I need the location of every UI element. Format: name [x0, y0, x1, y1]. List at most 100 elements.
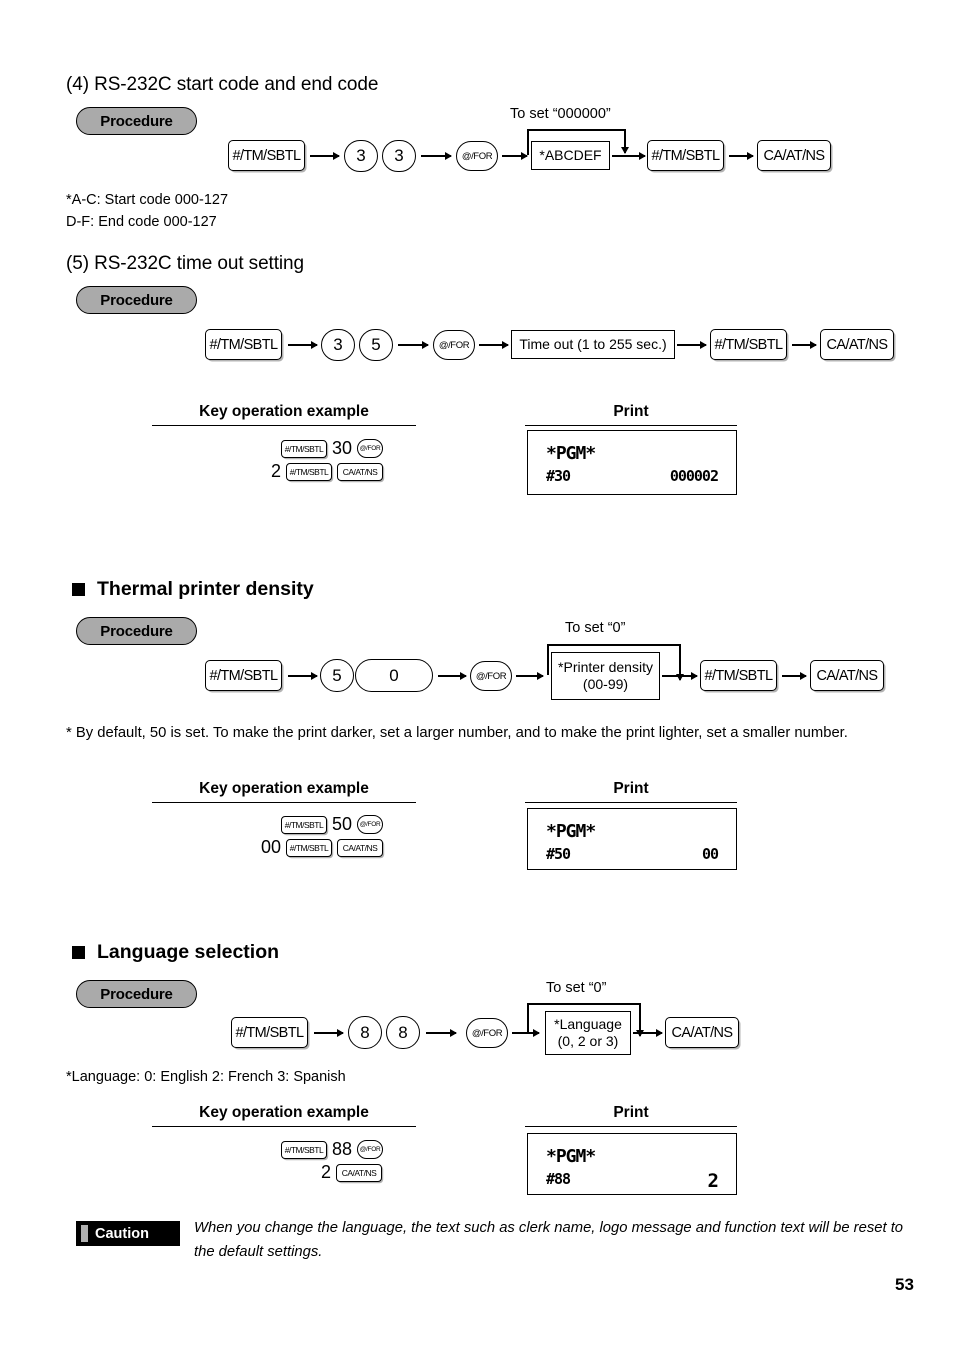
skey-tm-sbtl[interactable]: #/TM/SBTL	[286, 838, 333, 857]
key-at-for[interactable]: @/FOR	[466, 1018, 508, 1048]
receipt-code: #50	[546, 845, 571, 863]
flow-arrow	[288, 675, 317, 677]
key-digit-5[interactable]: 5	[320, 659, 354, 692]
value-box-timeout[interactable]: Time out (1 to 255 sec.)	[511, 330, 675, 359]
key-at-for[interactable]: @/FOR	[433, 330, 475, 360]
skey-tm-sbtl[interactable]: #/TM/SBTL	[281, 1140, 327, 1159]
language-selection-heading: Language selection	[72, 941, 279, 964]
flow-arrow	[421, 155, 451, 157]
key-digit-3a[interactable]: 3	[344, 140, 378, 172]
heading-text: Thermal printer density	[97, 578, 314, 600]
receipt-value: 000002	[669, 467, 719, 485]
key-digit-8a[interactable]: 8	[348, 1016, 382, 1049]
key-digit-8b[interactable]: 8	[386, 1016, 420, 1049]
value-box-line2: (0, 2 or 3)	[557, 1033, 619, 1049]
section-4-title: (4) RS-232C start code and end code	[66, 74, 379, 95]
caution-badge: Caution	[76, 1221, 180, 1246]
value-box-language[interactable]: *Language (0, 2 or 3)	[545, 1011, 631, 1055]
flow-arrow	[612, 155, 645, 157]
example-number: 88	[332, 1139, 353, 1159]
key-ca-at-ns[interactable]: CA/AT/NS	[810, 660, 884, 691]
flow-arrow	[314, 1032, 343, 1034]
thermal-footnote: * By default, 50 is set. To make the pri…	[66, 725, 848, 741]
receipt-pgm-label: *PGM*	[546, 821, 596, 842]
example-row-2: 00 #/TM/SBTL CA/AT/NS	[261, 837, 384, 858]
skey-ca-at-ns[interactable]: CA/AT/NS	[337, 462, 384, 481]
example-row-2: 2 CA/AT/NS	[321, 1162, 383, 1183]
receipt-code: #30	[546, 467, 571, 485]
key-digit-0[interactable]: 0	[355, 659, 433, 692]
flow-arrow	[662, 675, 697, 677]
key-tm-sbtl[interactable]: #/TM/SBTL	[205, 660, 282, 691]
skey-at-for[interactable]: @/FOR	[357, 1140, 384, 1159]
value-box-printer-density[interactable]: *Printer density (00-99)	[551, 652, 660, 700]
print-header-2: Print	[525, 780, 737, 803]
skey-at-for[interactable]: @/FOR	[357, 815, 384, 834]
key-operation-example-header-2: Key operation example	[152, 780, 416, 803]
key-at-for[interactable]: @/FOR	[456, 141, 498, 171]
example-row-1: #/TM/SBTL 88 @/FOR	[281, 1139, 384, 1160]
key-digit-3[interactable]: 3	[321, 329, 355, 361]
key-tm-sbtl[interactable]: #/TM/SBTL	[231, 1017, 308, 1048]
example-row-2: 2 #/TM/SBTL CA/AT/NS	[271, 461, 384, 482]
value-box-line1: *Printer density	[558, 658, 653, 675]
language-footnote: *Language: 0: English 2: French 3: Spani…	[66, 1069, 346, 1085]
receipt-value: 00	[701, 845, 719, 863]
example-row-1: #/TM/SBTL 50 @/FOR	[281, 814, 384, 835]
section4-note-line1: *A-C: Start code 000-127	[66, 192, 229, 208]
skey-ca-at-ns[interactable]: CA/AT/NS	[337, 838, 384, 857]
bypass-line-top	[527, 129, 626, 131]
flow-arrow	[310, 155, 339, 157]
key-tm-sbtl-2[interactable]: #/TM/SBTL	[647, 140, 724, 171]
key-digit-3b[interactable]: 3	[382, 140, 416, 172]
key-at-for[interactable]: @/FOR	[470, 661, 512, 691]
example-number: 00	[261, 837, 282, 857]
value-box-abcdef[interactable]: *ABCDEF	[531, 141, 610, 170]
key-ca-at-ns[interactable]: CA/AT/NS	[665, 1017, 739, 1048]
receipt-pgm-label: *PGM*	[546, 443, 596, 464]
skey-at-for[interactable]: @/FOR	[357, 439, 384, 458]
bypass-line-top	[527, 1003, 641, 1005]
flow-arrow	[288, 344, 317, 346]
bypass-arrow-down	[624, 129, 626, 153]
section4-note-line2: D-F: End code 000-127	[66, 214, 217, 230]
key-ca-at-ns[interactable]: CA/AT/NS	[820, 329, 894, 360]
key-ca-at-ns[interactable]: CA/AT/NS	[757, 140, 831, 171]
print-header-3: Print	[525, 1104, 737, 1127]
key-tm-sbtl[interactable]: #/TM/SBTL	[205, 329, 282, 360]
receipt-pgm-label: *PGM*	[546, 1146, 596, 1167]
print-receipt-1: *PGM* #30 000002	[527, 430, 737, 495]
procedure-badge-language: Procedure	[76, 980, 197, 1008]
receipt-value: 2	[707, 1170, 719, 1192]
skey-tm-sbtl[interactable]: #/TM/SBTL	[286, 462, 333, 481]
key-tm-sbtl-2[interactable]: #/TM/SBTL	[700, 660, 777, 691]
flow-arrow	[516, 675, 543, 677]
thermal-printer-density-heading: Thermal printer density	[72, 578, 314, 601]
procedure-badge-section5: Procedure	[76, 286, 197, 314]
flow-arrow	[677, 344, 706, 346]
key-digit-5[interactable]: 5	[359, 329, 393, 361]
square-bullet-icon	[72, 583, 85, 596]
caution-label: Caution	[95, 1225, 149, 1242]
bypass-label-language: To set “0”	[546, 980, 607, 996]
section-5-title: (5) RS-232C time out setting	[66, 253, 304, 274]
example-number: 50	[332, 814, 353, 834]
bypass-line-top	[547, 644, 681, 646]
skey-tm-sbtl[interactable]: #/TM/SBTL	[281, 439, 327, 458]
print-receipt-3: *PGM* #88 2	[527, 1133, 737, 1195]
key-tm-sbtl-2[interactable]: #/TM/SBTL	[710, 329, 787, 360]
flow-arrow	[512, 1032, 539, 1034]
key-operation-example-header-1: Key operation example	[152, 403, 416, 426]
key-tm-sbtl[interactable]: #/TM/SBTL	[228, 140, 305, 171]
bypass-line-left	[527, 129, 529, 155]
example-number: 2	[271, 461, 282, 481]
page-number: 53	[895, 1275, 914, 1294]
skey-ca-at-ns[interactable]: CA/AT/NS	[336, 1163, 383, 1182]
example-number: 2	[321, 1162, 332, 1182]
print-header-1: Print	[525, 403, 737, 426]
square-bullet-icon	[72, 946, 85, 959]
flow-arrow	[502, 155, 527, 157]
flow-arrow	[792, 344, 816, 346]
skey-tm-sbtl[interactable]: #/TM/SBTL	[281, 815, 327, 834]
receipt-code: #88	[546, 1170, 571, 1188]
